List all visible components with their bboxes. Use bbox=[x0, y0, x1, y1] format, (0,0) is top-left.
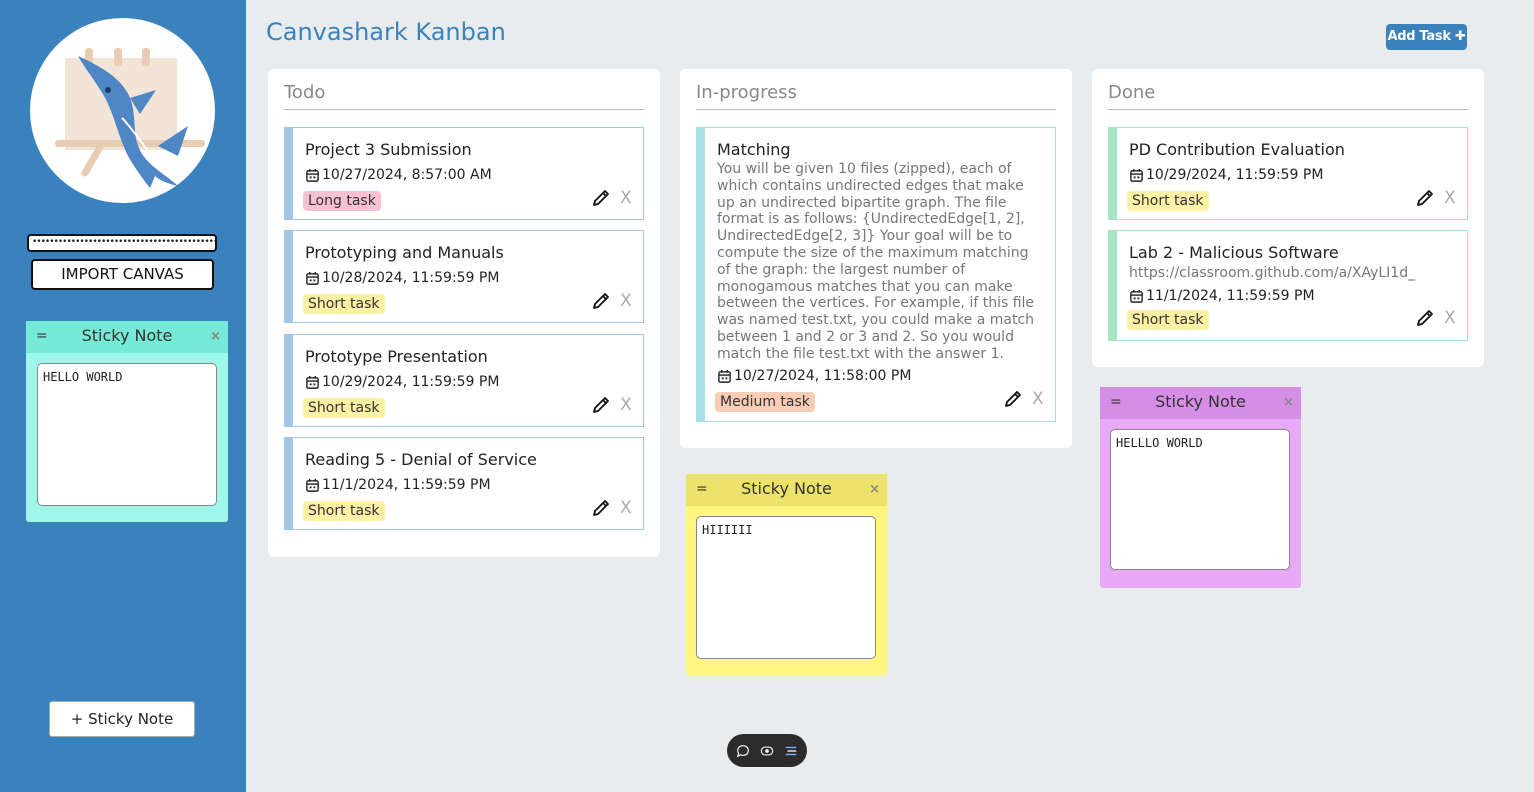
task-title: Lab 2 - Malicious Software bbox=[1129, 243, 1339, 262]
sticky-note-header[interactable]: = Sticky Note × bbox=[686, 474, 887, 506]
calendar-icon bbox=[306, 271, 319, 285]
calendar-icon bbox=[306, 375, 319, 389]
task-tag: Short task bbox=[303, 294, 385, 314]
task-due-date: 10/29/2024, 11:59:59 PM bbox=[305, 374, 499, 390]
token-input[interactable]: ••••••••••••••••••••••••••••••••••••••••… bbox=[27, 234, 217, 252]
divider bbox=[284, 109, 644, 110]
task-title: Matching bbox=[717, 140, 791, 159]
task-date-text: 11/1/2024, 11:59:59 PM bbox=[322, 477, 491, 493]
task-tag: Short task bbox=[303, 501, 385, 521]
delete-task-button[interactable]: X bbox=[1444, 308, 1456, 328]
task-due-date: 10/28/2024, 11:59:59 PM bbox=[305, 270, 499, 286]
task-title: Reading 5 - Denial of Service bbox=[305, 450, 537, 469]
task-card[interactable]: Matching You will be given 10 files (zip… bbox=[696, 127, 1056, 422]
calendar-icon bbox=[718, 369, 731, 383]
task-card[interactable]: PD Contribution Evaluation 10/29/2024, 1… bbox=[1108, 127, 1468, 220]
task-tag: Medium task bbox=[715, 392, 815, 412]
task-description: You will be given 10 files (zipped), eac… bbox=[717, 161, 1035, 362]
pencil-icon[interactable] bbox=[591, 291, 611, 311]
task-card[interactable]: Lab 2 - Malicious Software https://class… bbox=[1108, 230, 1468, 341]
task-date-text: 10/27/2024, 8:57:00 AM bbox=[322, 167, 492, 183]
sticky-note-title: Sticky Note bbox=[81, 326, 173, 345]
shark-logo-icon bbox=[30, 18, 215, 203]
delete-task-button[interactable]: X bbox=[620, 395, 632, 415]
task-due-date: 10/27/2024, 11:58:00 PM bbox=[717, 368, 911, 384]
task-tag: Short task bbox=[1127, 310, 1209, 330]
task-due-date: 11/1/2024, 11:59:59 PM bbox=[305, 477, 491, 493]
eye-icon[interactable] bbox=[759, 743, 775, 759]
pencil-icon[interactable] bbox=[591, 395, 611, 415]
delete-task-button[interactable]: X bbox=[1444, 188, 1456, 208]
menu-icon[interactable] bbox=[783, 743, 799, 759]
column-done: Done PD Contribution Evaluation 10/29/20… bbox=[1092, 69, 1484, 367]
task-card[interactable]: Prototyping and Manuals 10/28/2024, 11:5… bbox=[284, 230, 644, 323]
column-todo: Todo Project 3 Submission 10/27/2024, 8:… bbox=[268, 69, 660, 557]
delete-task-button[interactable]: X bbox=[1032, 389, 1044, 409]
task-due-date: 10/29/2024, 11:59:59 PM bbox=[1129, 167, 1323, 183]
close-icon[interactable]: × bbox=[1283, 395, 1294, 410]
task-date-text: 10/29/2024, 11:59:59 PM bbox=[1146, 167, 1324, 183]
import-canvas-button[interactable]: IMPORT CANVAS bbox=[31, 259, 214, 290]
task-date-text: 10/27/2024, 11:58:00 PM bbox=[734, 368, 912, 384]
close-icon[interactable]: × bbox=[210, 329, 221, 344]
sticky-note[interactable]: = Sticky Note × HELLLO WORLD bbox=[1100, 387, 1301, 588]
column-title: Done bbox=[1108, 82, 1156, 103]
task-tag: Long task bbox=[303, 191, 381, 211]
add-task-button[interactable]: Add Task ✚ bbox=[1386, 24, 1467, 50]
close-icon[interactable]: × bbox=[869, 482, 880, 497]
divider bbox=[1108, 109, 1468, 110]
task-tag: Short task bbox=[303, 398, 385, 418]
page-title: Canvashark Kanban bbox=[266, 18, 506, 46]
calendar-icon bbox=[1130, 289, 1143, 303]
column-title: Todo bbox=[284, 82, 326, 103]
pencil-icon[interactable] bbox=[591, 188, 611, 208]
task-date-text: 11/1/2024, 11:59:59 PM bbox=[1146, 288, 1315, 304]
task-title: PD Contribution Evaluation bbox=[1129, 140, 1345, 159]
pencil-icon[interactable] bbox=[1003, 389, 1023, 409]
sticky-note-title: Sticky Note bbox=[741, 479, 832, 498]
comment-icon[interactable] bbox=[735, 743, 751, 759]
column-in-progress: In-progress Matching You will be given 1… bbox=[680, 69, 1072, 448]
sticky-note-header[interactable]: = Sticky Note × bbox=[1100, 387, 1301, 419]
delete-task-button[interactable]: X bbox=[620, 291, 632, 311]
add-sticky-note-button[interactable]: + Sticky Note bbox=[49, 701, 195, 737]
sticky-note[interactable]: = Sticky Note × HIIIIII bbox=[686, 474, 887, 675]
sticky-note-textarea[interactable]: HIIIIII bbox=[696, 516, 876, 659]
sticky-note-textarea[interactable]: HELLLO WORLD bbox=[1110, 429, 1290, 570]
sticky-note-textarea[interactable]: HELLO WORLD bbox=[37, 363, 217, 506]
delete-task-button[interactable]: X bbox=[620, 188, 632, 208]
task-title: Prototyping and Manuals bbox=[305, 243, 504, 262]
column-title: In-progress bbox=[696, 82, 797, 103]
floating-toolbar bbox=[727, 734, 807, 767]
task-link[interactable]: https://classroom.github.com/a/XAyLI1d_ bbox=[1129, 265, 1415, 281]
calendar-icon bbox=[306, 168, 319, 182]
sticky-note-title: Sticky Note bbox=[1155, 392, 1246, 411]
sticky-note-header[interactable]: = Sticky Note × bbox=[26, 321, 228, 353]
task-due-date: 11/1/2024, 11:59:59 PM bbox=[1129, 288, 1315, 304]
pencil-icon[interactable] bbox=[591, 498, 611, 518]
delete-task-button[interactable]: X bbox=[620, 498, 632, 518]
task-title: Project 3 Submission bbox=[305, 140, 472, 159]
divider bbox=[696, 109, 1056, 110]
calendar-icon bbox=[306, 478, 319, 492]
calendar-icon bbox=[1130, 168, 1143, 182]
task-card[interactable]: Project 3 Submission 10/27/2024, 8:57:00… bbox=[284, 127, 644, 220]
task-card[interactable]: Reading 5 - Denial of Service 11/1/2024,… bbox=[284, 437, 644, 530]
task-tag: Short task bbox=[1127, 191, 1209, 211]
task-title: Prototype Presentation bbox=[305, 347, 488, 366]
task-date-text: 10/28/2024, 11:59:59 PM bbox=[322, 270, 500, 286]
task-due-date: 10/27/2024, 8:57:00 AM bbox=[305, 167, 492, 183]
task-date-text: 10/29/2024, 11:59:59 PM bbox=[322, 374, 500, 390]
pencil-icon[interactable] bbox=[1415, 308, 1435, 328]
pencil-icon[interactable] bbox=[1415, 188, 1435, 208]
sticky-note[interactable]: = Sticky Note × HELLO WORLD bbox=[26, 321, 228, 522]
task-card[interactable]: Prototype Presentation 10/29/2024, 11:59… bbox=[284, 334, 644, 427]
